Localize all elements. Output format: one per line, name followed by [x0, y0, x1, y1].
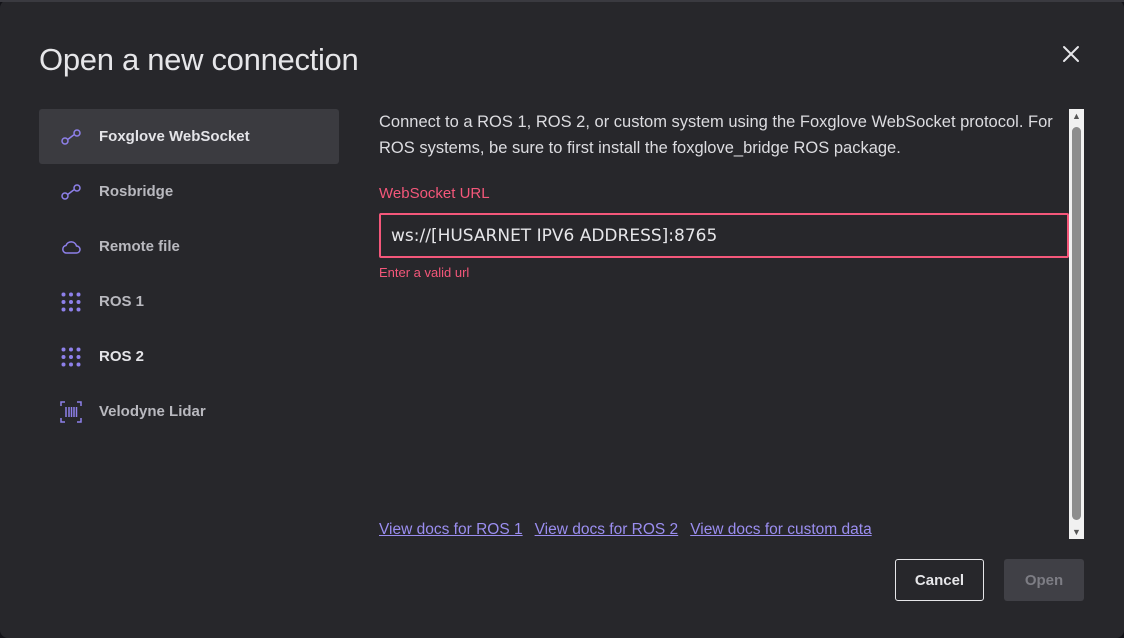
sidebar-item-label: ROS 1 — [99, 293, 145, 310]
sidebar-item-foxglove-websocket[interactable]: Foxglove WebSocket — [39, 109, 339, 164]
sidebar-item-rosbridge[interactable]: Rosbridge — [39, 164, 339, 219]
docs-links: View docs for ROS 1 View docs for ROS 2 … — [379, 521, 872, 539]
sidebar-item-label: Foxglove WebSocket — [99, 128, 250, 145]
websocket-url-label: WebSocket URL — [379, 185, 490, 202]
connection-type-sidebar: Foxglove WebSocket Rosbridge Remote file — [39, 109, 339, 439]
websocket-connection-icon — [59, 125, 83, 149]
docs-link-custom-data[interactable]: View docs for custom data — [690, 521, 872, 539]
docs-link-ros2[interactable]: View docs for ROS 2 — [535, 521, 679, 539]
scrollbar-thumb[interactable] — [1072, 127, 1081, 520]
scroll-up-arrow-icon[interactable]: ▲ — [1069, 109, 1084, 123]
connection-form: Connect to a ROS 1, ROS 2, or custom sys… — [379, 109, 1069, 280]
cloud-icon — [59, 235, 83, 259]
sidebar-item-ros2[interactable]: ROS 2 — [39, 329, 339, 384]
cancel-button[interactable]: Cancel — [895, 559, 984, 601]
dot-grid-icon — [59, 345, 83, 369]
close-icon[interactable] — [1057, 40, 1085, 68]
scroll-down-arrow-icon[interactable]: ▼ — [1069, 525, 1084, 539]
sidebar-item-label: Remote file — [99, 238, 180, 255]
connection-description: Connect to a ROS 1, ROS 2, or custom sys… — [379, 113, 1053, 157]
sidebar-item-remote-file[interactable]: Remote file — [39, 219, 339, 274]
dialog-title: Open a new connection — [39, 42, 359, 77]
connection-dialog: Open a new connection Foxglove WebSocket — [0, 0, 1124, 638]
sidebar-item-label: ROS 2 — [99, 348, 145, 365]
url-error-message: Enter a valid url — [379, 265, 470, 280]
top-edge — [0, 0, 1124, 2]
sidebar-item-label: Rosbridge — [99, 183, 174, 200]
sidebar-item-velodyne-lidar[interactable]: Velodyne Lidar — [39, 384, 339, 439]
websocket-connection-icon — [59, 180, 83, 204]
open-button[interactable]: Open — [1004, 559, 1084, 601]
docs-link-ros1[interactable]: View docs for ROS 1 — [379, 521, 523, 539]
sidebar-item-label: Velodyne Lidar — [99, 403, 206, 420]
content-scrollbar[interactable]: ▲ ▼ — [1069, 109, 1084, 539]
sidebar-item-ros1[interactable]: ROS 1 — [39, 274, 339, 329]
barcode-scan-icon — [59, 400, 83, 424]
dot-grid-icon — [59, 290, 83, 314]
websocket-url-input[interactable] — [379, 213, 1069, 258]
